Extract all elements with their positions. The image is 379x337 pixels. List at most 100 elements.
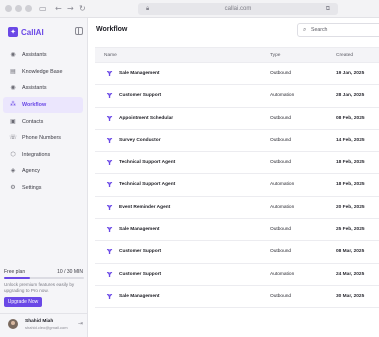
workflow-type: Automation (270, 182, 295, 188)
window-dot[interactable] (25, 5, 32, 12)
plan-note: Unlock premium features easily by upgrad… (4, 282, 75, 293)
table-row[interactable]: Ɏ Customer Support Outbound 08 Mar, 2025 (95, 241, 379, 264)
logo-icon: ✦ (8, 27, 18, 37)
workflow-name: Sale Management (119, 227, 160, 233)
avatar[interactable] (8, 319, 18, 329)
reload-icon[interactable]: ↻ (79, 3, 86, 15)
sidebar-nav: ◉ Assistants ▤ Knowledge Base ◉ Assistants ⁂ Wo… (3, 47, 83, 196)
sidebar-item-label: Contacts (22, 118, 44, 125)
table-row[interactable]: Ɏ Sale Management Outbound 19 Jan, 2025 (95, 63, 379, 86)
workflow-name: Appointment Schedular (119, 115, 174, 121)
collapse-sidebar-icon[interactable] (75, 27, 83, 35)
column-header-created[interactable]: Created (336, 48, 353, 63)
workflow-type: Outbound (270, 227, 292, 233)
table-row[interactable]: Ɏ Survey Conductor Outbound 14 Feb, 2025 (95, 130, 379, 153)
url-text: callai.com (224, 6, 252, 12)
link-icon[interactable]: ⧉ (326, 3, 330, 15)
window-dot[interactable] (15, 5, 22, 12)
workflow-created: 19 Jan, 2025 (336, 71, 365, 76)
workflow-created: 20 Feb, 2025 (336, 204, 365, 210)
workflow-created: 24 Mar, 2025 (336, 271, 365, 277)
search-box[interactable]: ⌕ (297, 23, 379, 37)
column-header-type[interactable]: Type (270, 48, 280, 63)
workflow-icon: Ɏ (107, 226, 113, 235)
workflow-name: Customer Support (119, 271, 162, 277)
workflow-name: Technical Support Agent (119, 182, 176, 188)
window-dot[interactable] (5, 5, 12, 12)
phone-icon: ☏ (9, 134, 17, 142)
workflow-type: Outbound (270, 71, 292, 76)
sidebar-toggle-icon[interactable]: ▭ (39, 3, 47, 15)
workflow-name: Sale Management (119, 71, 160, 76)
sidebar-item-label: Assistants (22, 85, 47, 92)
book-icon: ▤ (10, 67, 16, 75)
table-row[interactable]: Ɏ Customer Support Automation 28 Jan, 2025 (95, 85, 379, 108)
workflow-icon: Ɏ (107, 248, 113, 257)
sidebar-item-knowledge-base[interactable]: ▤ Knowledge Base (3, 64, 83, 81)
workflow-type: Automation (270, 93, 295, 99)
workflow-icon: Ɏ (107, 181, 113, 190)
workflow-icon: Ɏ (107, 92, 113, 101)
table-row[interactable]: Ɏ Technical Support Agent Outbound 18 Feb, … (95, 152, 379, 175)
workflow-type: Outbound (270, 115, 292, 121)
forward-icon[interactable]: → (67, 3, 74, 15)
workflow-icon: Ɏ (107, 159, 113, 168)
back-icon[interactable]: ← (55, 3, 62, 15)
workflow-table: Name Type Created Ɏ Sale Management Outbou… (95, 47, 379, 309)
user-name: Shahid Miah (25, 319, 54, 324)
workflow-created: 28 Jan, 2025 (336, 93, 365, 99)
workflow-icon: Ɏ (107, 292, 113, 301)
sidebar-item-label: Agency (22, 168, 40, 175)
sidebar-item-agency[interactable]: ◈ Agency (3, 163, 83, 180)
table-row[interactable]: Ɏ Sale Management Outbound 30 Mar, 2025 (95, 286, 379, 309)
sidebar-item-assistants[interactable]: ◉ Assistants (3, 47, 83, 64)
workflow-created: 14 Feb, 2025 (336, 137, 365, 143)
search-icon: ⌕ (303, 26, 307, 33)
workflow-name: Event Reminder Agent (119, 204, 171, 210)
sidebar-item-assistants[interactable]: ◉ Assistants (3, 80, 83, 97)
table-row[interactable]: Ɏ Appointment Schedular Outbound 08 Feb, 20… (95, 108, 379, 130)
sidebar-item-contacts[interactable]: ▣ Contacts (3, 113, 83, 130)
column-header-name[interactable]: Name (104, 48, 117, 63)
brand[interactable]: ✦ CallAI (8, 26, 44, 38)
sidebar-item-label: Assistants (22, 52, 47, 59)
sidebar-item-workflow[interactable]: ⁂ Workflow (3, 96, 83, 114)
workflow-icon: Ɏ (107, 136, 113, 145)
sidebar-item-label: Knowledge Base (22, 68, 63, 75)
workflow-type: Outbound (270, 293, 292, 299)
workflow-type: Outbound (270, 137, 292, 143)
address-bar[interactable]: 🔒︎ callai.com ⧉ (138, 3, 338, 15)
sidebar-item-settings[interactable]: ⚙ Settings (3, 180, 83, 197)
workflow-created: 08 Mar, 2025 (336, 249, 365, 255)
workflow-created: 25 Feb, 2025 (336, 227, 365, 233)
workflow-created: 18 Feb, 2025 (336, 160, 365, 166)
search-input[interactable] (311, 25, 379, 35)
workflow-icon: Ɏ (107, 70, 113, 78)
workflow-created: 18 Feb, 2025 (336, 182, 365, 188)
table-header: Name Type Created (95, 47, 379, 63)
table-row[interactable]: Ɏ Event Reminder Agent Automation 20 Feb, 2… (95, 197, 379, 220)
plan-progress (4, 277, 84, 279)
sidebar: ✦ CallAI ◉ Assistants ▤ Knowledge Base ◉ Assi… (0, 18, 88, 337)
agency-icon: ◈ (10, 167, 16, 175)
table-row[interactable]: Ɏ Customer Support Automation 24 Mar, 2025 (95, 264, 379, 286)
integrations-icon: ⬡ (10, 150, 16, 158)
workflow-type: Outbound (270, 249, 292, 255)
user-icon: ◉ (10, 84, 16, 92)
table-body: Ɏ Sale Management Outbound 19 Jan, 2025 Ɏ Cus… (95, 63, 379, 309)
workflow-type: Automation (270, 271, 295, 277)
table-row[interactable]: Ɏ Sale Management Outbound 25 Feb, 2025 (95, 219, 379, 242)
page-title: Workflow (96, 26, 128, 33)
table-row[interactable]: Ɏ Technical Support Agent Automation 18 Feb… (95, 174, 379, 197)
main-content: Workflow ⌕ Name Type Created Ɏ Sale Manag… (88, 18, 379, 337)
workflow-icon: ⁂ (10, 101, 16, 109)
upgrade-button[interactable]: Upgrade Now (4, 297, 42, 307)
workflow-name: Customer Support (119, 93, 162, 99)
logout-icon[interactable]: ⇥ (78, 321, 83, 327)
sidebar-item-label: Settings (22, 185, 42, 192)
sidebar-item-phone-numbers[interactable]: ☏ Phone Numbers (3, 130, 83, 147)
user-icon: ◉ (10, 51, 16, 59)
workflow-type: Outbound (270, 160, 292, 166)
workflow-type: Automation (270, 204, 295, 210)
sidebar-item-integrations[interactable]: ⬡ Integrations (3, 147, 83, 164)
